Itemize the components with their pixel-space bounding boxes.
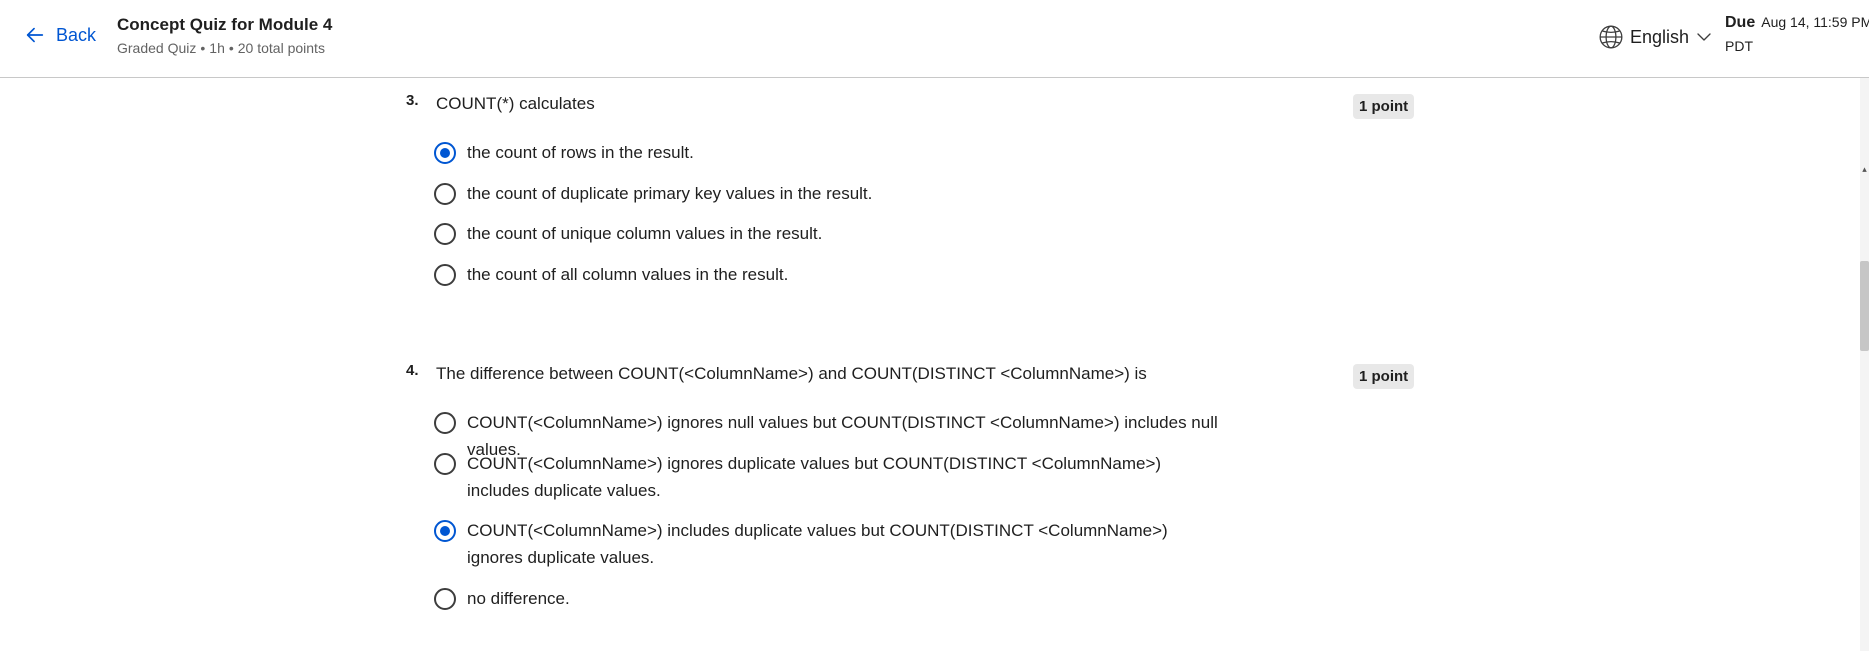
due-date: Aug 14, 11:59 PM: [1761, 14, 1869, 30]
back-label: Back: [56, 24, 97, 45]
due-label: Due: [1725, 14, 1756, 31]
meta-separator: •: [228, 40, 234, 56]
language-selector[interactable]: English: [1598, 24, 1713, 50]
radio-button[interactable]: [434, 453, 456, 475]
answer-option[interactable]: the count of unique column values in the…: [434, 223, 1227, 247]
answer-option-label: COUNT(<ColumnName>) ignores duplicate va…: [467, 454, 1162, 500]
chevron-down-icon: [1697, 33, 1711, 41]
arrow-left-icon: [26, 27, 44, 43]
due-timezone: PDT: [1725, 38, 1753, 54]
answer-option-label: the count of rows in the result.: [467, 143, 694, 162]
radio-button[interactable]: [434, 223, 456, 245]
answer-option[interactable]: the count of duplicate primary key value…: [434, 183, 1227, 207]
answer-option[interactable]: COUNT(<ColumnName>) includes duplicate v…: [434, 520, 1227, 571]
quiz-header: Back Concept Quiz for Module 4 Graded Qu…: [0, 0, 1869, 78]
quiz-meta: Graded Quiz • 1h • 20 total points: [117, 38, 332, 58]
answer-option[interactable]: the count of rows in the result.: [434, 142, 1227, 166]
quiz-title-block: Concept Quiz for Module 4 Graded Quiz • 1h…: [117, 14, 332, 58]
radio-button[interactable]: [434, 588, 456, 610]
radio-button[interactable]: [434, 412, 456, 434]
radio-button-selected[interactable]: [434, 142, 456, 164]
radio-button-selected[interactable]: [434, 520, 456, 542]
radio-button[interactable]: [434, 183, 456, 205]
back-button[interactable]: Back: [24, 24, 96, 46]
radio-button[interactable]: [434, 264, 456, 286]
question-number: 4.: [406, 362, 419, 379]
quiz-type: Graded Quiz: [117, 40, 197, 56]
quiz-duration: 1h: [209, 40, 225, 56]
answer-option-label: the count of all column values in the re…: [467, 265, 789, 284]
points-badge: 1 point: [1353, 364, 1415, 389]
answer-option-label: no difference.: [467, 589, 570, 608]
question-text: COUNT(*) calculates: [436, 94, 595, 113]
meta-separator: •: [200, 40, 206, 56]
answer-option[interactable]: the count of all column values in the re…: [434, 264, 1227, 288]
points-badge: 1 point: [1353, 94, 1415, 119]
page-title: Concept Quiz for Module 4: [117, 15, 333, 34]
quiz-total-points: 20 total points: [237, 40, 325, 56]
scroll-up-arrow-icon[interactable]: ▴: [1860, 164, 1869, 174]
answer-option-label: the count of unique column values in the…: [467, 224, 823, 243]
scrollbar-thumb[interactable]: [1860, 261, 1869, 351]
vertical-scrollbar[interactable]: ▴: [1860, 78, 1869, 651]
question-number: 3.: [406, 92, 419, 109]
globe-icon: [1599, 25, 1623, 49]
language-label: English: [1630, 26, 1690, 47]
question-text: The difference between COUNT(<ColumnName…: [436, 364, 1147, 383]
question-4: 4. The difference between COUNT(<ColumnN…: [406, 362, 1416, 622]
question-3: 3. COUNT(*) calculates 1 point the count…: [406, 92, 1416, 292]
answer-option-label: COUNT(<ColumnName>) includes duplicate v…: [467, 521, 1168, 567]
answer-option[interactable]: COUNT(<ColumnName>) ignores duplicate va…: [434, 453, 1227, 504]
due-date-block: Due Aug 14, 11:59 PM PDT: [1725, 14, 1869, 54]
answer-option[interactable]: no difference.: [434, 588, 1227, 612]
answer-option-label: the count of duplicate primary key value…: [467, 184, 873, 203]
